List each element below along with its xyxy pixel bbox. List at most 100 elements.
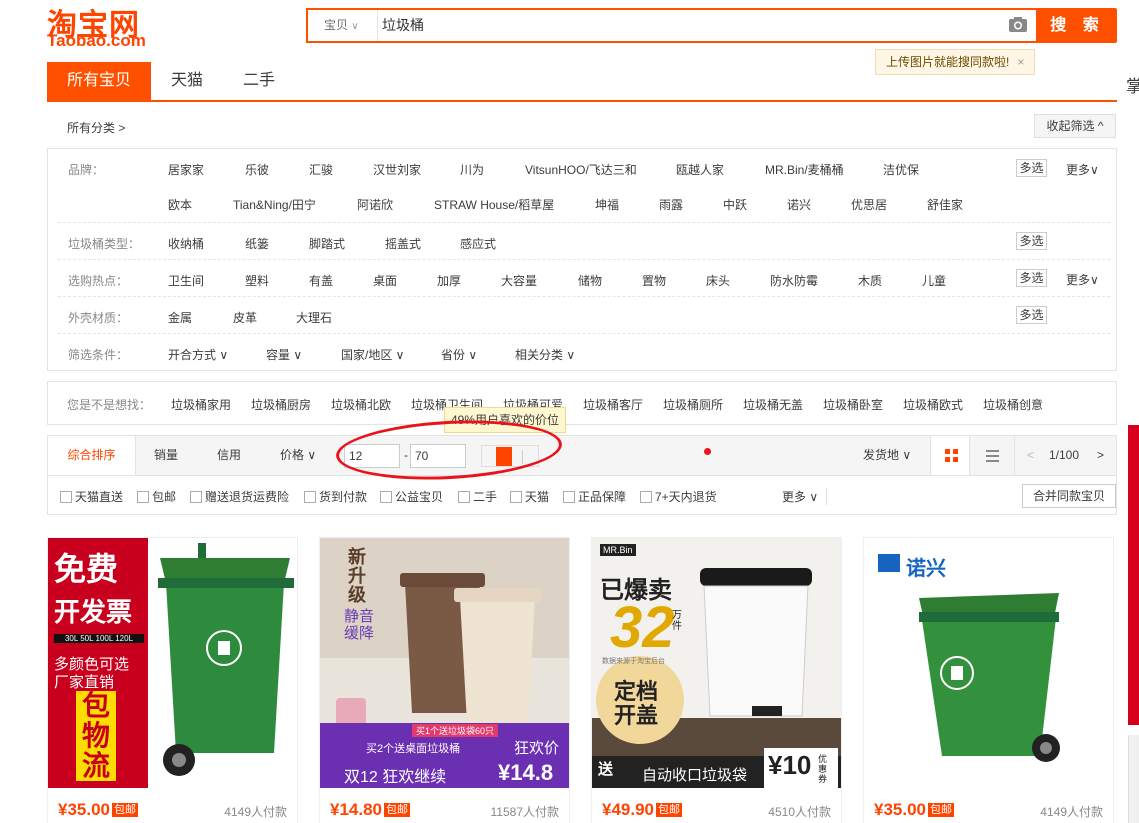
suggestion-link[interactable]: 垃圾桶家用 <box>171 396 231 413</box>
sort-credit[interactable]: 信用 <box>217 436 241 475</box>
side-ad-banner[interactable] <box>1128 425 1139 725</box>
brand-item[interactable]: 洁优保 <box>883 161 919 178</box>
product-card[interactable]: MR.Bin 已爆卖 32 万件 数据来源于淘宝后台 定档 开盖 送 自动收口垃… <box>591 537 842 823</box>
sort-bar: 综合排序 销量 信用 价格 ∨ 12 - 70 发货地 ∨ < 1/100 > … <box>47 435 1117 515</box>
brand-item[interactable]: 欧本 <box>168 196 192 213</box>
brand-item[interactable]: 雨露 <box>659 196 683 213</box>
type-item[interactable]: 摇盖式 <box>385 235 421 252</box>
search-input[interactable] <box>382 10 982 41</box>
brand-item[interactable]: 舒佳家 <box>927 196 963 213</box>
suggestion-link[interactable]: 垃圾桶欧式 <box>903 396 963 413</box>
hot-item[interactable]: 有盖 <box>309 272 333 289</box>
multi-select-button[interactable]: 多选 <box>1016 232 1047 250</box>
suggestion-link[interactable]: 垃圾桶北欧 <box>331 396 391 413</box>
hot-item[interactable]: 儿童 <box>922 272 946 289</box>
brand-item[interactable]: 瓯越人家 <box>676 161 724 178</box>
hot-item[interactable]: 防水防霉 <box>770 272 818 289</box>
multi-select-button[interactable]: 多选 <box>1016 306 1047 324</box>
list-view-icon[interactable] <box>986 450 999 462</box>
suggestion-link[interactable]: 垃圾桶无盖 <box>743 396 803 413</box>
checkbox-free-shipping[interactable]: 包邮 <box>137 488 176 505</box>
condition-dropdown[interactable]: 开合方式 ∨ <box>168 346 228 363</box>
product-card[interactable]: 诺兴 ¥35.00 包邮 4149人付款 <box>863 537 1114 823</box>
breadcrumb[interactable]: 所有分类 > <box>67 119 125 136</box>
brand-item[interactable]: 坤福 <box>595 196 619 213</box>
suggestion-link[interactable]: 垃圾桶创意 <box>983 396 1043 413</box>
brand-item[interactable]: VitsunHOO/飞达三和 <box>525 161 637 178</box>
material-item[interactable]: 金属 <box>168 309 192 326</box>
condition-dropdown[interactable]: 容量 ∨ <box>266 346 302 363</box>
brand-item[interactable]: 汉世刘家 <box>373 161 421 178</box>
brand-item[interactable]: 阿诺欣 <box>357 196 393 213</box>
taobao-logo-en[interactable]: Taobao.com <box>47 31 146 51</box>
product-image[interactable]: 诺兴 <box>864 538 1113 788</box>
brand-item[interactable]: STRAW House/稻草屋 <box>434 196 554 213</box>
hot-item[interactable]: 大容量 <box>501 272 537 289</box>
more-button[interactable]: 更多∨ <box>1066 271 1099 288</box>
material-item[interactable]: 大理石 <box>296 309 332 326</box>
brand-item[interactable]: 居家家 <box>168 161 204 178</box>
suggestion-link[interactable]: 垃圾桶客厅 <box>583 396 643 413</box>
condition-dropdown[interactable]: 省份 ∨ <box>441 346 477 363</box>
material-item[interactable]: 皮革 <box>233 309 257 326</box>
checkbox-charity[interactable]: 公益宝贝 <box>380 488 443 505</box>
suggestion-link[interactable]: 垃圾桶厕所 <box>663 396 723 413</box>
brand-item[interactable]: 中跃 <box>723 196 747 213</box>
grid-view-button[interactable] <box>930 436 970 475</box>
sort-default[interactable]: 综合排序 <box>48 436 136 475</box>
product-card[interactable]: 新 升 级 静音 缓降 买1个送垃圾袋60只 买2个送桌面垃圾桶 狂欢价 双12… <box>319 537 570 823</box>
prev-page-button[interactable]: < <box>1027 436 1034 475</box>
condition-dropdown[interactable]: 国家/地区 ∨ <box>341 346 404 363</box>
ship-from-dropdown[interactable]: 发货地 ∨ <box>863 436 911 475</box>
hot-item[interactable]: 木质 <box>858 272 882 289</box>
product-image[interactable]: 免费 开发票 30L 50L 100L 120L 多颜色可选 厂家直销 包 物 … <box>48 538 297 788</box>
product-card[interactable]: 免费 开发票 30L 50L 100L 120L 多颜色可选 厂家直销 包 物 … <box>47 537 298 823</box>
checkbox-tmall-direct[interactable]: 天猫直送 <box>60 488 123 505</box>
brand-item[interactable]: 诺兴 <box>787 196 811 213</box>
checkbox-genuine[interactable]: 正品保障 <box>563 488 626 505</box>
next-page-button[interactable]: > <box>1097 436 1104 475</box>
side-ad-banner[interactable] <box>1128 735 1139 823</box>
product-image[interactable]: MR.Bin 已爆卖 32 万件 数据来源于淘宝后台 定档 开盖 送 自动收口垃… <box>592 538 841 788</box>
type-item[interactable]: 感应式 <box>460 235 496 252</box>
type-item[interactable]: 纸篓 <box>245 235 269 252</box>
hot-item[interactable]: 塑料 <box>245 272 269 289</box>
hot-item[interactable]: 卫生间 <box>168 272 204 289</box>
tab-all-items[interactable]: 所有宝贝 <box>47 62 151 100</box>
hot-item[interactable]: 加厚 <box>437 272 461 289</box>
more-button[interactable]: 更多∨ <box>1066 161 1099 178</box>
tab-secondhand[interactable]: 二手 <box>229 62 289 100</box>
camera-icon[interactable] <box>1008 16 1028 33</box>
hot-item[interactable]: 置物 <box>642 272 666 289</box>
brand-item[interactable]: 乐彼 <box>245 161 269 178</box>
checkbox-return-insurance[interactable]: 赠送退货运费险 <box>190 488 289 505</box>
tab-tmall[interactable]: 天猫 <box>157 62 217 100</box>
condition-dropdown[interactable]: 相关分类 ∨ <box>515 346 575 363</box>
multi-select-button[interactable]: 多选 <box>1016 269 1047 287</box>
type-item[interactable]: 脚踏式 <box>309 235 345 252</box>
brand-item[interactable]: MR.Bin/麦桶桶 <box>765 161 844 178</box>
type-item[interactable]: 收纳桶 <box>168 235 204 252</box>
checkbox-tmall[interactable]: 天猫 <box>510 488 549 505</box>
collapse-filter-button[interactable]: 收起筛选 ^ <box>1034 114 1116 138</box>
product-image[interactable]: 新 升 级 静音 缓降 买1个送垃圾袋60只 买2个送桌面垃圾桶 狂欢价 双12… <box>320 538 569 788</box>
hot-item[interactable]: 桌面 <box>373 272 397 289</box>
brand-item[interactable]: 川为 <box>460 161 484 178</box>
hot-item[interactable]: 床头 <box>706 272 730 289</box>
checkbox-secondhand[interactable]: 二手 <box>458 488 497 505</box>
search-button[interactable]: 搜 索 <box>1038 8 1117 43</box>
more-services-button[interactable]: 更多 ∨ <box>782 488 828 505</box>
brand-item[interactable]: 优思居 <box>851 196 887 213</box>
sort-sales[interactable]: 销量 <box>154 436 178 475</box>
merge-same-items-button[interactable]: 合并同款宝贝 <box>1022 484 1116 508</box>
suggestion-link[interactable]: 垃圾桶卧室 <box>823 396 883 413</box>
multi-select-button[interactable]: 多选 <box>1016 159 1047 177</box>
checkbox-cod[interactable]: 货到付款 <box>304 488 367 505</box>
brand-item[interactable]: 汇骏 <box>309 161 333 178</box>
checkbox-7day-return[interactable]: 7+天内退货 <box>640 488 717 505</box>
sort-price[interactable]: 价格 ∨ <box>280 436 316 475</box>
hot-item[interactable]: 储物 <box>578 272 602 289</box>
suggestion-link[interactable]: 垃圾桶厨房 <box>251 396 311 413</box>
search-type-dropdown[interactable]: 宝贝 ∨ <box>316 10 378 41</box>
brand-item[interactable]: Tian&Ning/田宁 <box>233 196 316 213</box>
